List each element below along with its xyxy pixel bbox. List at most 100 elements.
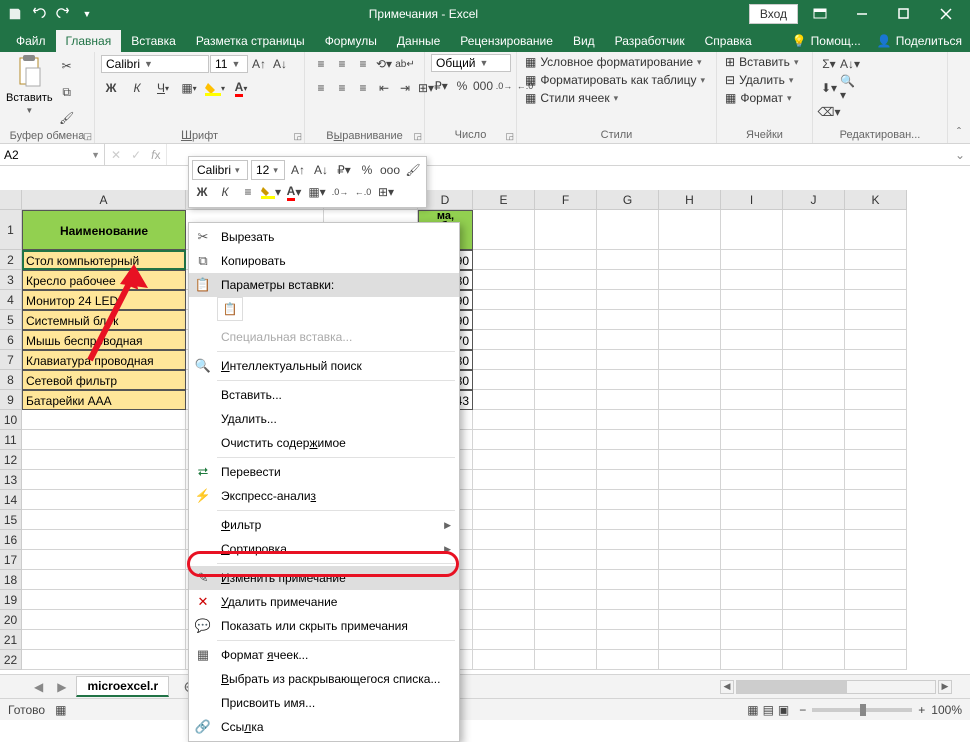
- cell[interactable]: [22, 610, 186, 630]
- cell[interactable]: [473, 210, 535, 250]
- cell[interactable]: [597, 650, 659, 670]
- row-header[interactable]: 18: [0, 570, 22, 590]
- cell[interactable]: [473, 330, 535, 350]
- align-bottom-icon[interactable]: ≡: [353, 54, 373, 74]
- cell[interactable]: Клавиатура проводная: [22, 350, 186, 370]
- mini-dec-decimal-icon[interactable]: ←.0: [353, 182, 373, 202]
- mini-comma-icon[interactable]: ооо: [380, 160, 400, 180]
- cell[interactable]: [845, 650, 907, 670]
- cell[interactable]: [535, 290, 597, 310]
- number-dialog-icon[interactable]: ◲: [505, 131, 514, 142]
- cell[interactable]: [22, 450, 186, 470]
- horizontal-scrollbar[interactable]: ◀▶: [720, 680, 952, 694]
- row-header[interactable]: 2: [0, 250, 22, 270]
- cell[interactable]: [659, 490, 721, 510]
- cell[interactable]: [535, 470, 597, 490]
- mini-merge-icon[interactable]: ⊞▾: [376, 182, 396, 202]
- cell[interactable]: [597, 310, 659, 330]
- cell[interactable]: [597, 430, 659, 450]
- cell[interactable]: [535, 630, 597, 650]
- mini-fill-icon[interactable]: ▾: [261, 182, 281, 202]
- sort-filter-icon[interactable]: A↓▾: [840, 54, 860, 74]
- borders-icon[interactable]: ▦▾: [179, 78, 199, 98]
- cell[interactable]: [783, 650, 845, 670]
- cell[interactable]: [721, 530, 783, 550]
- cell[interactable]: [783, 330, 845, 350]
- share-button[interactable]: 👤Поделиться: [869, 30, 970, 52]
- mini-bold-icon[interactable]: Ж: [192, 182, 212, 202]
- cell[interactable]: [22, 470, 186, 490]
- cell[interactable]: [783, 450, 845, 470]
- ctx-delete-comment[interactable]: ✕Удалить примечание: [189, 590, 459, 614]
- cell[interactable]: [597, 210, 659, 250]
- cell[interactable]: Стол компьютерный: [22, 250, 186, 270]
- cell[interactable]: [535, 210, 597, 250]
- cell[interactable]: [535, 650, 597, 670]
- currency-icon[interactable]: ₽▾: [431, 76, 451, 96]
- cell[interactable]: [845, 510, 907, 530]
- cell[interactable]: [473, 650, 535, 670]
- cell[interactable]: [659, 310, 721, 330]
- cell[interactable]: [597, 270, 659, 290]
- cell[interactable]: [845, 210, 907, 250]
- cell[interactable]: [783, 250, 845, 270]
- cell[interactable]: [845, 590, 907, 610]
- cell[interactable]: [721, 290, 783, 310]
- cell[interactable]: [473, 590, 535, 610]
- cell[interactable]: [845, 330, 907, 350]
- cell[interactable]: [535, 550, 597, 570]
- cell[interactable]: [597, 250, 659, 270]
- cell[interactable]: [535, 510, 597, 530]
- cell[interactable]: [473, 550, 535, 570]
- font-color-icon[interactable]: A▾: [231, 78, 251, 98]
- cell[interactable]: [659, 470, 721, 490]
- find-icon[interactable]: 🔍▾: [840, 78, 860, 98]
- ctx-paste-default[interactable]: 📋: [217, 297, 243, 321]
- increase-decimal-icon[interactable]: .0→: [494, 76, 514, 96]
- row-header[interactable]: 14: [0, 490, 22, 510]
- redo-icon[interactable]: [52, 3, 74, 25]
- clear-icon[interactable]: ⌫▾: [819, 102, 839, 122]
- cell[interactable]: [22, 550, 186, 570]
- worksheet-grid[interactable]: ABCDEFGHIJK 1234567891011121314151617181…: [0, 190, 970, 698]
- sheet-nav-next[interactable]: ▶: [53, 680, 70, 694]
- cell[interactable]: [783, 610, 845, 630]
- mini-font-select[interactable]: Calibri▾: [192, 160, 248, 180]
- cell[interactable]: [597, 590, 659, 610]
- cell[interactable]: [535, 350, 597, 370]
- cell[interactable]: [473, 250, 535, 270]
- cell-styles-button[interactable]: ▦Стили ячеек▾: [523, 90, 707, 106]
- cell[interactable]: [535, 250, 597, 270]
- cell[interactable]: [845, 570, 907, 590]
- select-all-corner[interactable]: [0, 190, 22, 210]
- cell[interactable]: [783, 490, 845, 510]
- bold-icon[interactable]: Ж: [101, 78, 121, 98]
- table-format-button[interactable]: ▦Форматировать как таблицу▾: [523, 72, 707, 88]
- cell[interactable]: [721, 590, 783, 610]
- cell[interactable]: [535, 490, 597, 510]
- cell[interactable]: Кресло рабочее: [22, 270, 186, 290]
- decrease-indent-icon[interactable]: ⇤: [374, 78, 394, 98]
- cell[interactable]: [22, 490, 186, 510]
- cell[interactable]: [783, 370, 845, 390]
- align-right-icon[interactable]: ≡: [353, 78, 373, 98]
- ctx-filter[interactable]: Фильтр▶: [189, 513, 459, 537]
- cell[interactable]: [535, 270, 597, 290]
- italic-icon[interactable]: К: [127, 78, 147, 98]
- cell[interactable]: [597, 330, 659, 350]
- cell[interactable]: [659, 570, 721, 590]
- expand-formula-icon[interactable]: ⌄: [950, 144, 970, 165]
- align-dialog-icon[interactable]: ◲: [413, 131, 422, 142]
- row-header[interactable]: 20: [0, 610, 22, 630]
- font-name-select[interactable]: Calibri▼: [101, 55, 209, 73]
- cell[interactable]: [845, 610, 907, 630]
- col-header[interactable]: A: [22, 190, 186, 210]
- mini-align-icon[interactable]: ≡: [238, 182, 258, 202]
- decrease-font-icon[interactable]: A↓: [270, 54, 290, 74]
- cell[interactable]: [22, 410, 186, 430]
- cell[interactable]: [845, 250, 907, 270]
- row-header[interactable]: 12: [0, 450, 22, 470]
- cell[interactable]: [721, 310, 783, 330]
- cell[interactable]: [783, 290, 845, 310]
- cell[interactable]: [721, 390, 783, 410]
